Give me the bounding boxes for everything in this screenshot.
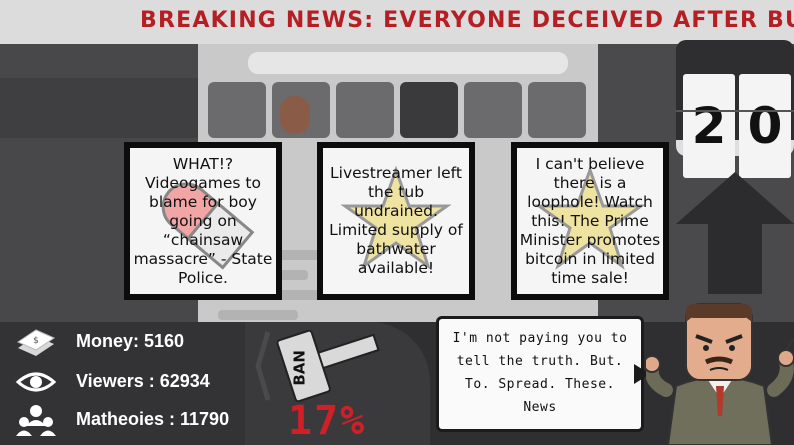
timer-digit-tens: 2 bbox=[683, 74, 735, 178]
headline-card-1[interactable]: WHAT!? Videogames to blame for boy going… bbox=[124, 142, 282, 300]
up-arrow-icon bbox=[676, 172, 794, 224]
followers-icon bbox=[16, 405, 56, 436]
ban-hammer-icon[interactable]: BAN bbox=[250, 326, 400, 406]
viewers-label: Viewers : 62934 bbox=[76, 371, 210, 391]
card-text: I can't believe there is a loophole! Wat… bbox=[519, 154, 661, 287]
clock-hinge bbox=[676, 110, 794, 112]
money-label: Money: 5160 bbox=[76, 331, 185, 351]
background-strip bbox=[0, 78, 200, 138]
card-face: WHAT!? Videogames to blame for boy going… bbox=[130, 148, 276, 294]
feed-tile bbox=[464, 82, 522, 138]
feed-tile bbox=[208, 82, 266, 138]
money-stat: $ Money: 5160 bbox=[0, 324, 245, 360]
feed-avatar bbox=[280, 96, 310, 134]
feed-tile bbox=[336, 82, 394, 138]
feed-line bbox=[218, 310, 298, 320]
feed-tile bbox=[528, 82, 586, 138]
ban-percent: 17% bbox=[288, 398, 367, 444]
followers-stat: Matheoies : 11790 bbox=[0, 402, 245, 438]
feed-tile bbox=[400, 82, 458, 138]
viewers-stat: Viewers : 62934 bbox=[0, 364, 245, 400]
speech-text: I'm not paying you to tell the truth. Bu… bbox=[452, 331, 628, 415]
followers-label: Matheoies : 11790 bbox=[76, 409, 230, 429]
boss-character bbox=[646, 303, 794, 445]
headline-card-2[interactable]: Livestreamer left the tub undrained. Lim… bbox=[317, 142, 475, 300]
eye-icon bbox=[15, 372, 57, 392]
svg-text:$: $ bbox=[33, 336, 39, 346]
card-face: Livestreamer left the tub undrained. Lim… bbox=[323, 148, 469, 294]
up-arrow-stem bbox=[708, 224, 762, 294]
card-text: Livestreamer left the tub undrained. Lim… bbox=[329, 164, 463, 277]
ticker-headline: BREAKING NEWS: EVERYONE DECEIVED AFTER B… bbox=[140, 8, 794, 33]
news-ticker: BREAKING NEWS: EVERYONE DECEIVED AFTER B… bbox=[0, 0, 794, 44]
feed-search-bar bbox=[248, 52, 568, 74]
speech-bubble: I'm not paying you to tell the truth. Bu… bbox=[436, 316, 644, 432]
timer-digit-ones: 0 bbox=[739, 74, 791, 178]
countdown-timer: 2 0 bbox=[676, 40, 794, 178]
money-icon: $ bbox=[16, 329, 56, 356]
card-text: WHAT!? Videogames to blame for boy going… bbox=[133, 154, 273, 287]
ban-label: BAN bbox=[290, 350, 308, 386]
headline-card-3[interactable]: I can't believe there is a loophole! Wat… bbox=[511, 142, 669, 300]
card-face: I can't believe there is a loophole! Wat… bbox=[517, 148, 663, 294]
